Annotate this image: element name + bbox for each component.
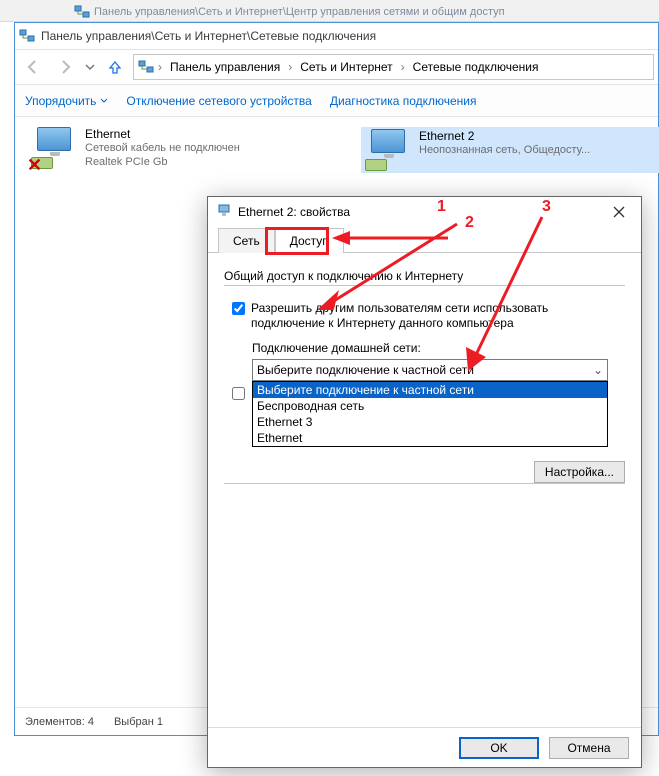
item-count: Элементов: 4 xyxy=(25,716,94,728)
dialog-title: Ethernet 2: свойства xyxy=(238,205,350,219)
settings-button[interactable]: Настройка... xyxy=(534,461,625,483)
allow-control-row xyxy=(232,386,625,400)
combo-option[interactable]: Ethernet xyxy=(253,430,607,446)
tab-content-access: Общий доступ к подключению к Интернету Р… xyxy=(208,253,641,727)
adapter-small-icon xyxy=(216,203,232,222)
window-title-text: Панель управления\Сеть и Интернет\Сетевы… xyxy=(41,29,376,43)
network-folder-icon xyxy=(19,28,35,44)
adapter-icon xyxy=(365,129,413,171)
dialog-button-row: OK Отмена xyxy=(208,727,641,767)
ok-button[interactable]: OK xyxy=(459,737,539,759)
connection-item-ethernet2-selected[interactable]: Ethernet 2 Неопознанная сеть, Общедосту.… xyxy=(361,127,659,173)
selection-count: Выбран 1 xyxy=(114,716,163,728)
close-button[interactable] xyxy=(605,201,633,223)
cancel-button[interactable]: Отмена xyxy=(549,737,629,759)
annotation-number-3: 3 xyxy=(542,198,551,216)
group-separator xyxy=(224,285,625,286)
address-bar: › Панель управления › Сеть и Интернет › … xyxy=(15,49,658,85)
annotation-box-tab xyxy=(265,227,329,255)
connection-device: Realtek PCIe Gb xyxy=(85,155,240,169)
breadcrumb-icon xyxy=(138,59,154,75)
combo-option[interactable]: Ethernet 3 xyxy=(253,414,607,430)
chevron-right-icon[interactable]: › xyxy=(156,60,164,74)
forward-button[interactable] xyxy=(51,53,79,81)
connection-name: Ethernet xyxy=(85,127,240,141)
breadcrumb-item[interactable]: Сеть и Интернет xyxy=(296,58,396,76)
chevron-right-icon[interactable]: › xyxy=(399,60,407,74)
group-end-separator xyxy=(224,483,625,484)
allow-control-checkbox[interactable] xyxy=(232,387,245,400)
history-dropdown[interactable] xyxy=(83,60,97,74)
close-icon xyxy=(613,206,625,218)
annotation-number-2: 2 xyxy=(465,214,474,232)
connection-item-ethernet[interactable]: ✕ Ethernet Сетевой кабель не подключен R… xyxy=(31,127,331,169)
adapter-icon: ✕ xyxy=(31,127,79,169)
error-x-icon: ✕ xyxy=(27,155,43,171)
connection-status: Сетевой кабель не подключен xyxy=(85,141,240,155)
allow-sharing-row: Разрешить другим пользователям сети испо… xyxy=(232,301,625,331)
chevron-right-icon[interactable]: › xyxy=(286,60,294,74)
dialog-titlebar[interactable]: Ethernet 2: свойства xyxy=(208,197,641,227)
chevron-down-icon: ⌄ xyxy=(593,363,603,377)
background-path-text: Панель управления\Сеть и Интернет\Центр … xyxy=(94,6,505,18)
diagnose-button[interactable]: Диагностика подключения xyxy=(330,94,477,108)
breadcrumb-item[interactable]: Панель управления xyxy=(166,58,284,76)
network-icon xyxy=(74,4,90,20)
home-network-combo[interactable]: Выберите подключение к частной сети ⌄ xyxy=(252,359,608,381)
window-titlebar[interactable]: Панель управления\Сеть и Интернет\Сетевы… xyxy=(15,23,658,49)
breadcrumb-bar[interactable]: › Панель управления › Сеть и Интернет › … xyxy=(133,54,654,80)
up-button[interactable] xyxy=(101,53,129,81)
background-window-titlebar: Панель управления\Сеть и Интернет\Центр … xyxy=(0,0,659,22)
allow-sharing-checkbox[interactable] xyxy=(232,302,245,315)
disable-device-button[interactable]: Отключение сетевого устройства xyxy=(126,94,311,108)
breadcrumb-item[interactable]: Сетевые подключения xyxy=(409,58,543,76)
ethernet-properties-dialog: Ethernet 2: свойства Сеть Доступ Общий д… xyxy=(207,196,642,768)
chevron-down-icon xyxy=(100,97,108,105)
allow-sharing-label: Разрешить другим пользователям сети испо… xyxy=(251,301,601,331)
annotation-number-1: 1 xyxy=(437,198,446,216)
organize-menu[interactable]: Упорядочить xyxy=(25,94,108,108)
sharing-group-title: Общий доступ к подключению к Интернету xyxy=(224,269,625,283)
home-network-label: Подключение домашней сети: xyxy=(252,341,625,355)
connection-status: Неопознанная сеть, Общедосту... xyxy=(419,143,590,157)
connection-name: Ethernet 2 xyxy=(419,129,590,143)
command-toolbar: Упорядочить Отключение сетевого устройст… xyxy=(15,85,658,117)
back-button[interactable] xyxy=(19,53,47,81)
combo-option[interactable]: Беспроводная сеть xyxy=(253,398,607,414)
